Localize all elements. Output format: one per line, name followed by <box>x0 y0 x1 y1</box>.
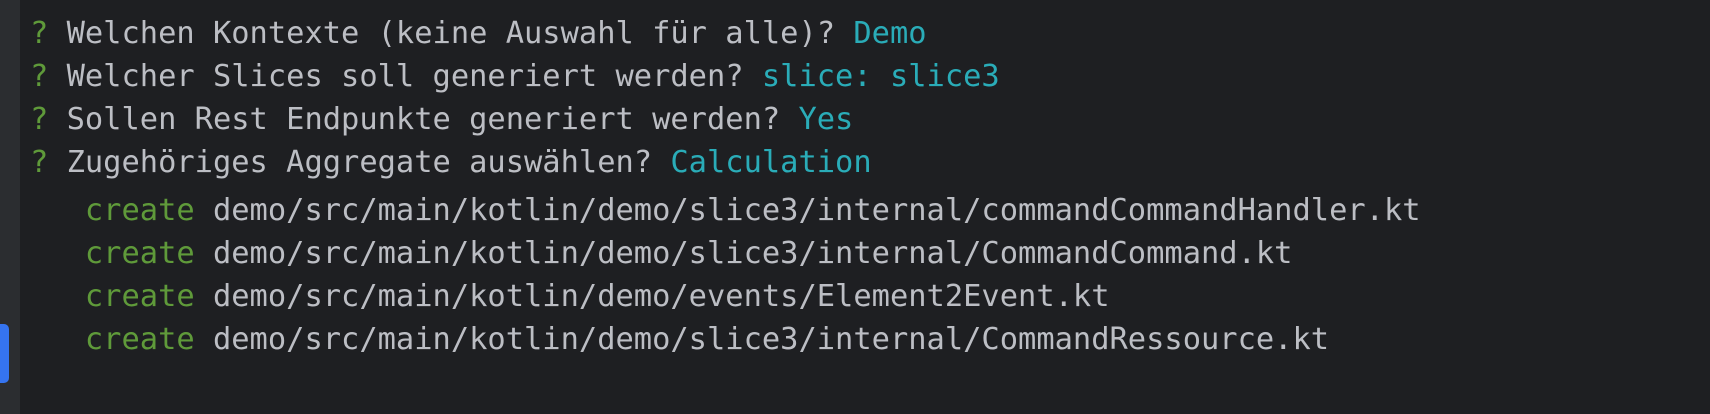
prompt-answer: Calculation <box>670 145 872 180</box>
prompt-answer: slice: slice3 <box>761 59 1000 94</box>
output-line: create demo/src/main/kotlin/demo/slice3/… <box>30 318 1421 361</box>
question-mark-icon: ? <box>30 59 49 94</box>
prompt-line: ? Zugehöriges Aggregate auswählen? Calcu… <box>30 141 1421 184</box>
create-action: create <box>84 322 195 357</box>
file-path: demo/src/main/kotlin/demo/slice3/interna… <box>212 322 1330 357</box>
output-line: create demo/src/main/kotlin/demo/slice3/… <box>30 189 1421 232</box>
prompt-answer: Demo <box>853 16 927 51</box>
output-line: create demo/src/main/kotlin/demo/slice3/… <box>30 232 1421 275</box>
question-mark-icon: ? <box>30 16 49 51</box>
output-line: create demo/src/main/kotlin/demo/events/… <box>30 275 1421 318</box>
file-path: demo/src/main/kotlin/demo/events/Element… <box>212 279 1110 314</box>
question-mark-icon: ? <box>30 102 49 137</box>
file-path: demo/src/main/kotlin/demo/slice3/interna… <box>212 236 1293 271</box>
file-path: demo/src/main/kotlin/demo/slice3/interna… <box>212 193 1421 228</box>
create-action: create <box>84 236 195 271</box>
prompt-line: ? Welcher Slices soll generiert werden? … <box>30 55 1421 98</box>
prompt-line: ? Sollen Rest Endpunkte generiert werden… <box>30 98 1421 141</box>
prompt-question: Sollen Rest Endpunkte generiert werden? <box>66 102 781 137</box>
create-action: create <box>84 279 195 314</box>
active-tab-indicator[interactable] <box>0 324 9 383</box>
prompt-answer: Yes <box>798 102 854 137</box>
prompt-question: Welcher Slices soll generiert werden? <box>66 59 744 94</box>
question-mark-icon: ? <box>30 145 49 180</box>
prompt-line: ? Welchen Kontexte (keine Auswahl für al… <box>30 12 1421 55</box>
prompt-question: Zugehöriges Aggregate auswählen? <box>66 145 653 180</box>
terminal-output: ? Welchen Kontexte (keine Auswahl für al… <box>30 12 1421 361</box>
prompt-question: Welchen Kontexte (keine Auswahl für alle… <box>66 16 836 51</box>
create-action: create <box>84 193 195 228</box>
